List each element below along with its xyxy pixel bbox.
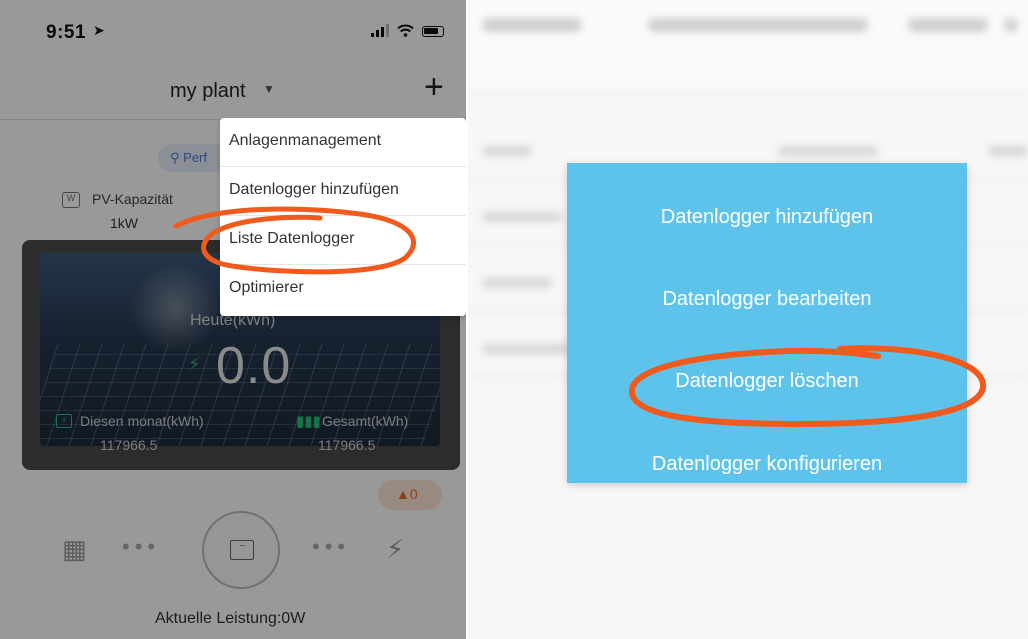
annotation-circle-right [629, 345, 986, 428]
annotation-circle-left [173, 206, 417, 275]
left-phone-screen: 9:51 ➤ my plant ▼ + ⚲ Perf W PV-Kapazitä… [0, 0, 466, 639]
right-phone-screen: Datenlogger hinzufügen Datenlogger bearb… [468, 0, 1028, 639]
